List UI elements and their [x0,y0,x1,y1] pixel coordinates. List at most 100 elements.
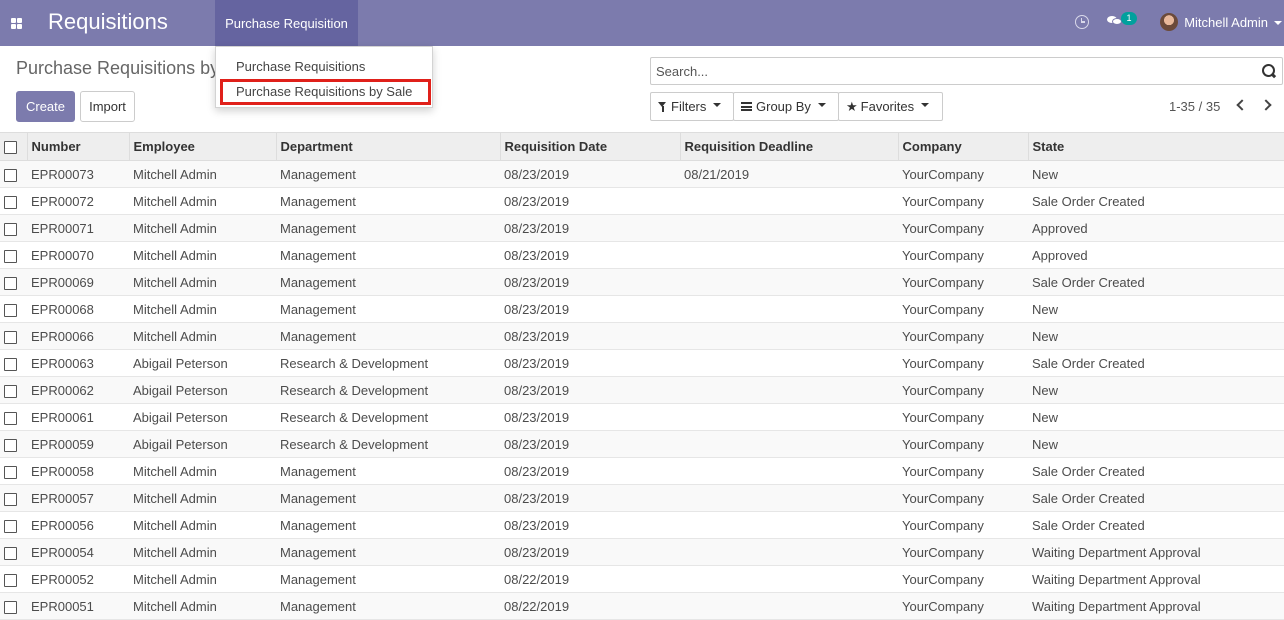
apps-icon [10,17,22,29]
table-row[interactable]: EPR00061 Abigail Peterson Research & Devel… [0,403,1284,431]
cell-number: EPR00059 [27,430,129,458]
cell-requisition-deadline [680,349,898,377]
table-row[interactable]: EPR00063 Abigail Peterson Research & Devel… [0,349,1284,377]
apps-menu-button[interactable] [0,0,32,46]
pager-value[interactable]: 1-35 / 35 [1169,99,1220,114]
row-checkbox-cell[interactable] [0,430,27,458]
row-checkbox[interactable] [4,411,17,425]
cell-requisition-deadline [680,430,898,458]
row-checkbox-cell[interactable] [0,241,27,269]
row-checkbox[interactable] [4,222,17,236]
group-by-button[interactable]: Group By [733,92,839,121]
row-checkbox[interactable] [4,492,17,506]
column-header-number[interactable]: Number [27,132,130,161]
cell-state: New [1028,403,1284,431]
table-row[interactable]: EPR00058 Mitchell Admin Management 08/23/20… [0,457,1284,485]
search-input[interactable] [651,58,1251,84]
row-checkbox[interactable] [4,438,17,452]
table-row[interactable]: EPR00073 Mitchell Admin Management 08/23/20… [0,160,1284,188]
column-header-requisition-date[interactable]: Requisition Date [500,132,681,161]
row-checkbox-cell[interactable] [0,403,27,431]
row-checkbox-cell[interactable] [0,349,27,377]
caret-down-icon [817,103,826,107]
column-header-employee[interactable]: Employee [129,132,277,161]
row-checkbox-cell[interactable] [0,160,27,188]
cell-state: New [1028,430,1284,458]
row-checkbox-cell[interactable] [0,538,27,566]
table-row[interactable]: EPR00071 Mitchell Admin Management 08/23/20… [0,214,1284,242]
row-checkbox[interactable] [4,519,17,533]
row-checkbox-cell[interactable] [0,295,27,323]
cell-employee: Abigail Peterson [129,349,276,377]
table-row[interactable]: EPR00051 Mitchell Admin Management 08/22/20… [0,592,1284,620]
star-icon: ★ [846,99,858,114]
table-row[interactable]: EPR00059 Abigail Peterson Research & Devel… [0,430,1284,458]
table-row[interactable]: EPR00070 Mitchell Admin Management 08/23/20… [0,241,1284,269]
chevron-right-icon[interactable] [1260,99,1272,111]
table-row[interactable]: EPR00069 Mitchell Admin Management 08/23/20… [0,268,1284,296]
user-menu[interactable]: Mitchell Admin [1184,15,1268,30]
select-all-checkbox[interactable] [4,141,17,155]
app-title[interactable]: Requisitions [48,9,168,35]
row-checkbox-cell[interactable] [0,187,27,215]
avatar[interactable] [1160,13,1178,31]
search-icon[interactable] [1262,64,1276,78]
filters-button[interactable]: Filters [650,92,734,121]
column-header-department[interactable]: Department [276,132,501,161]
cell-requisition-deadline [680,376,898,404]
row-checkbox[interactable] [4,600,17,614]
table-row[interactable]: EPR00056 Mitchell Admin Management 08/23/20… [0,511,1284,539]
menu-item-purchase-requisitions-by-sale[interactable]: Purchase Requisitions by Sale [236,84,412,99]
row-checkbox[interactable] [4,330,17,344]
cell-requisition-date: 08/23/2019 [500,403,680,431]
row-checkbox-cell[interactable] [0,592,27,620]
row-checkbox[interactable] [4,168,17,182]
row-checkbox-cell[interactable] [0,268,27,296]
create-button[interactable]: Create [16,91,75,122]
cell-requisition-deadline [680,538,898,566]
menu-item-purchase-requisitions[interactable]: Purchase Requisitions [236,59,365,74]
cell-employee: Mitchell Admin [129,214,276,242]
row-checkbox[interactable] [4,465,17,479]
cell-employee: Mitchell Admin [129,565,276,593]
row-checkbox[interactable] [4,303,17,317]
column-header-requisition-deadline[interactable]: Requisition Deadline [680,132,899,161]
row-checkbox[interactable] [4,546,17,560]
cell-number: EPR00058 [27,457,129,485]
row-checkbox[interactable] [4,573,17,587]
row-checkbox[interactable] [4,195,17,209]
cell-number: EPR00057 [27,484,129,512]
cell-state: Sale Order Created [1028,484,1284,512]
table-row[interactable]: EPR00057 Mitchell Admin Management 08/23/20… [0,484,1284,512]
table-row[interactable]: EPR00066 Mitchell Admin Management 08/23/20… [0,322,1284,350]
table-row[interactable]: EPR00054 Mitchell Admin Management 08/23/20… [0,538,1284,566]
caret-down-icon[interactable] [1274,21,1282,25]
row-checkbox-cell[interactable] [0,457,27,485]
cell-number: EPR00071 [27,214,129,242]
select-all-checkbox-cell[interactable] [0,132,28,161]
row-checkbox-cell[interactable] [0,376,27,404]
row-checkbox[interactable] [4,357,17,371]
row-checkbox-cell[interactable] [0,484,27,512]
table-row[interactable]: EPR00068 Mitchell Admin Management 08/23/20… [0,295,1284,323]
menu-purchase-requisition[interactable]: Purchase Requisition [215,0,358,46]
row-checkbox-cell[interactable] [0,511,27,539]
cell-requisition-date: 08/23/2019 [500,511,680,539]
table-row[interactable]: EPR00052 Mitchell Admin Management 08/22/20… [0,565,1284,593]
row-checkbox[interactable] [4,384,17,398]
cell-requisition-date: 08/22/2019 [500,592,680,620]
column-header-company[interactable]: Company [898,132,1029,161]
favorites-button[interactable]: ★ Favorites [838,92,943,121]
clock-icon[interactable] [1075,15,1089,29]
chevron-left-icon[interactable] [1236,99,1248,111]
row-checkbox[interactable] [4,249,17,263]
row-checkbox-cell[interactable] [0,214,27,242]
row-checkbox[interactable] [4,276,17,290]
column-header-state[interactable]: State [1028,132,1284,161]
import-button[interactable]: Import [80,91,135,122]
table-row[interactable]: EPR00062 Abigail Peterson Research & Devel… [0,376,1284,404]
row-checkbox-cell[interactable] [0,565,27,593]
cell-company: YourCompany [898,538,1028,566]
row-checkbox-cell[interactable] [0,322,27,350]
table-row[interactable]: EPR00072 Mitchell Admin Management 08/23/20… [0,187,1284,215]
